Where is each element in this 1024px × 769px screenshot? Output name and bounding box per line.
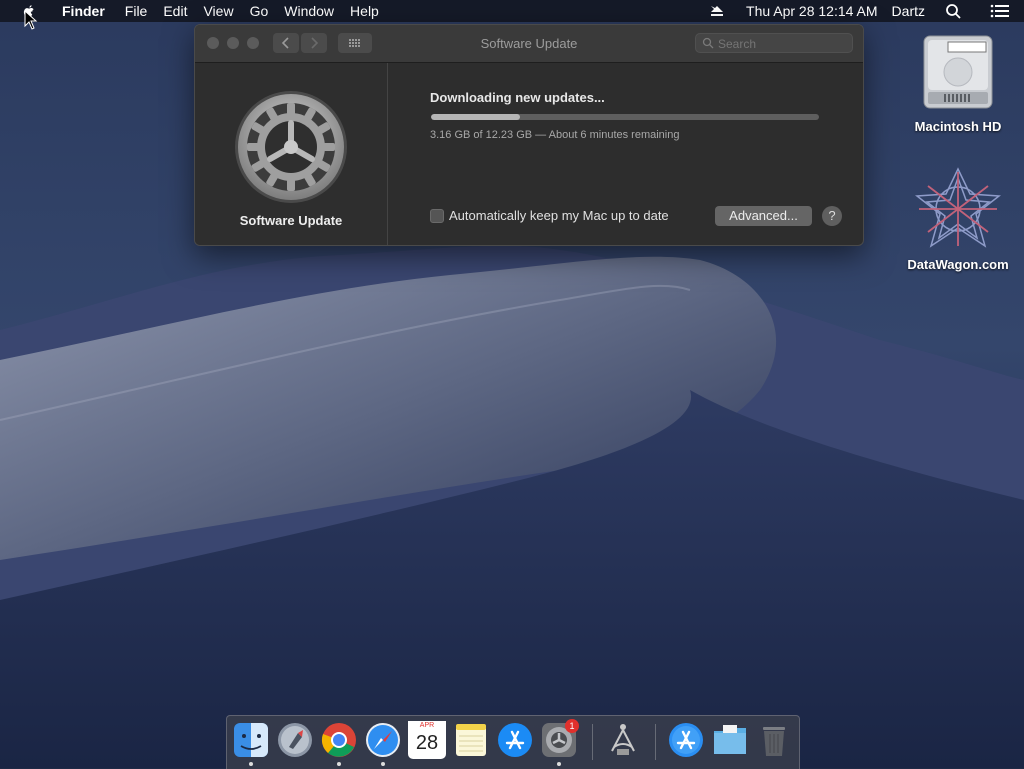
desktop-icon-datawagon[interactable]: DataWagon.com xyxy=(898,166,1018,272)
sidebar-label: Software Update xyxy=(239,213,343,228)
running-indicator xyxy=(337,762,341,766)
running-indicator xyxy=(557,762,561,766)
app-store-icon[interactable] xyxy=(496,721,534,759)
spotlight-icon[interactable] xyxy=(932,3,976,19)
menu-edit[interactable]: Edit xyxy=(155,0,195,22)
menu-help[interactable]: Help xyxy=(342,0,387,22)
running-indicator xyxy=(249,762,253,766)
notes-icon[interactable] xyxy=(452,721,490,759)
menu-app-finder[interactable]: Finder xyxy=(54,0,113,22)
menu-window[interactable]: Window xyxy=(276,0,342,22)
dock: APR 28 1 xyxy=(226,715,800,769)
sidebar: Software Update xyxy=(195,63,388,245)
menu-clock[interactable]: Thu Apr 28 12:14 AM xyxy=(739,0,885,22)
dock-separator xyxy=(655,724,656,760)
menu-file[interactable]: File xyxy=(117,0,156,22)
advanced-button[interactable]: Advanced... xyxy=(715,206,812,226)
progress-detail: 3.16 GB of 12.23 GB — About 6 minutes re… xyxy=(430,129,680,141)
finder-icon[interactable] xyxy=(232,721,270,759)
menu-bar: Finder File Edit View Go Window Help Thu… xyxy=(0,0,1024,22)
calendar-icon[interactable]: APR 28 xyxy=(408,721,446,759)
running-indicator xyxy=(381,762,385,766)
search-icon xyxy=(702,37,714,49)
app-store-folder-icon[interactable] xyxy=(667,721,705,759)
menu-go[interactable]: Go xyxy=(242,0,277,22)
window-titlebar[interactable]: Software Update xyxy=(195,25,863,63)
mouse-cursor xyxy=(24,10,38,30)
auto-update-label[interactable]: Automatically keep my Mac up to date xyxy=(449,208,669,223)
auto-update-checkbox[interactable] xyxy=(430,208,444,223)
desktop-icon-label: DataWagon.com xyxy=(907,257,1009,272)
datawagon-logo-icon xyxy=(914,167,1002,248)
documents-folder-icon[interactable] xyxy=(711,721,749,759)
network-utility-icon[interactable] xyxy=(604,721,642,759)
search-input[interactable] xyxy=(716,35,850,53)
menu-user[interactable]: Dartz xyxy=(885,0,932,22)
calendar-month: APR xyxy=(408,721,446,730)
hard-drive-icon xyxy=(923,35,993,109)
eject-icon[interactable] xyxy=(695,4,739,18)
dock-separator xyxy=(592,724,593,760)
help-button[interactable]: ? xyxy=(822,206,842,226)
safari-icon[interactable] xyxy=(364,721,402,759)
trash-icon[interactable] xyxy=(755,721,793,759)
auto-update-row: Automatically keep my Mac up to date xyxy=(430,208,669,223)
status-title: Downloading new updates... xyxy=(430,90,605,105)
desktop-icon-macintosh-hd[interactable]: Macintosh HD xyxy=(898,30,1018,134)
notification-list-icon[interactable] xyxy=(976,4,1024,18)
desktop-icon-label: Macintosh HD xyxy=(914,119,1002,134)
launchpad-icon[interactable] xyxy=(276,721,314,759)
software-update-gear-icon xyxy=(235,91,347,203)
software-update-window: Software Update Search Software Update D… xyxy=(194,24,864,246)
chrome-icon[interactable] xyxy=(320,721,358,759)
progress-fill xyxy=(431,114,521,120)
notification-badge: 1 xyxy=(565,719,579,733)
search-field[interactable] xyxy=(695,33,853,53)
menu-view[interactable]: View xyxy=(195,0,241,22)
download-progress-bar xyxy=(431,114,819,120)
calendar-day: 28 xyxy=(415,732,439,754)
